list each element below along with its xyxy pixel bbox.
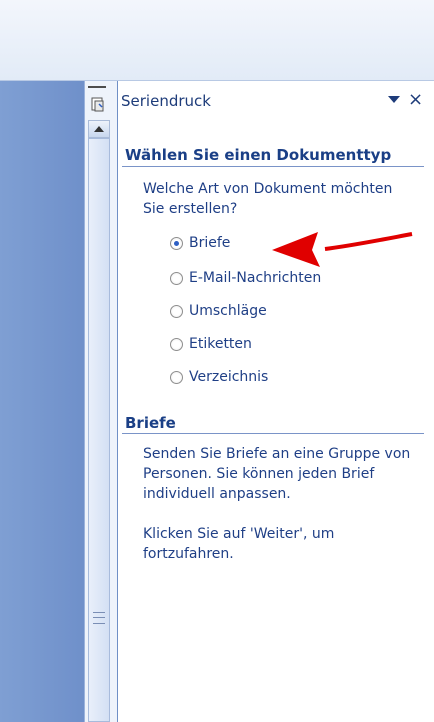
close-icon[interactable]: × — [408, 90, 423, 110]
radio-button[interactable] — [170, 304, 183, 318]
mail-merge-taskpane — [117, 81, 434, 722]
radio-label[interactable]: E-Mail-Nachrichten — [189, 270, 321, 286]
radio-label[interactable]: Verzeichnis — [189, 369, 268, 385]
radio-label[interactable]: Briefe — [189, 235, 230, 251]
scrollbar-thumb[interactable] — [88, 138, 110, 722]
hint-text: Klicken Sie auf 'Weiter', um fortzufahre… — [143, 526, 335, 562]
radio-button[interactable] — [170, 236, 183, 250]
section-heading-document-type: Wählen Sie einen Dokumenttyp — [125, 146, 392, 164]
description-text: Senden Sie Briefe an eine Gruppe von Per… — [143, 446, 411, 502]
section-heading-briefe: Briefe — [125, 414, 176, 432]
radio-option-umschlaege[interactable]: Umschläge — [170, 301, 267, 321]
radio-label[interactable]: Umschläge — [189, 303, 267, 319]
scroll-grip-icon — [93, 612, 105, 624]
question-text: Welche Art von Dokument möchten Sie erst… — [143, 181, 393, 217]
radio-option-verzeichnis[interactable]: Verzeichnis — [170, 367, 268, 387]
taskpane-title: Seriendruck — [121, 92, 211, 110]
divider — [122, 166, 424, 167]
radio-option-etiketten[interactable]: Etiketten — [170, 334, 252, 354]
triangle-down-icon[interactable] — [388, 96, 400, 103]
radio-button[interactable] — [170, 370, 183, 384]
divider — [122, 433, 424, 434]
red-arrow-annotation — [272, 232, 413, 267]
radio-option-briefe[interactable]: Briefe — [170, 233, 230, 253]
scroll-up-button[interactable] — [88, 120, 110, 138]
radio-button[interactable] — [170, 271, 183, 285]
radio-button[interactable] — [170, 337, 183, 351]
top-band — [0, 0, 434, 81]
pin-icon[interactable] — [90, 95, 106, 113]
radio-label[interactable]: Etiketten — [189, 336, 252, 352]
document-area — [0, 81, 84, 722]
